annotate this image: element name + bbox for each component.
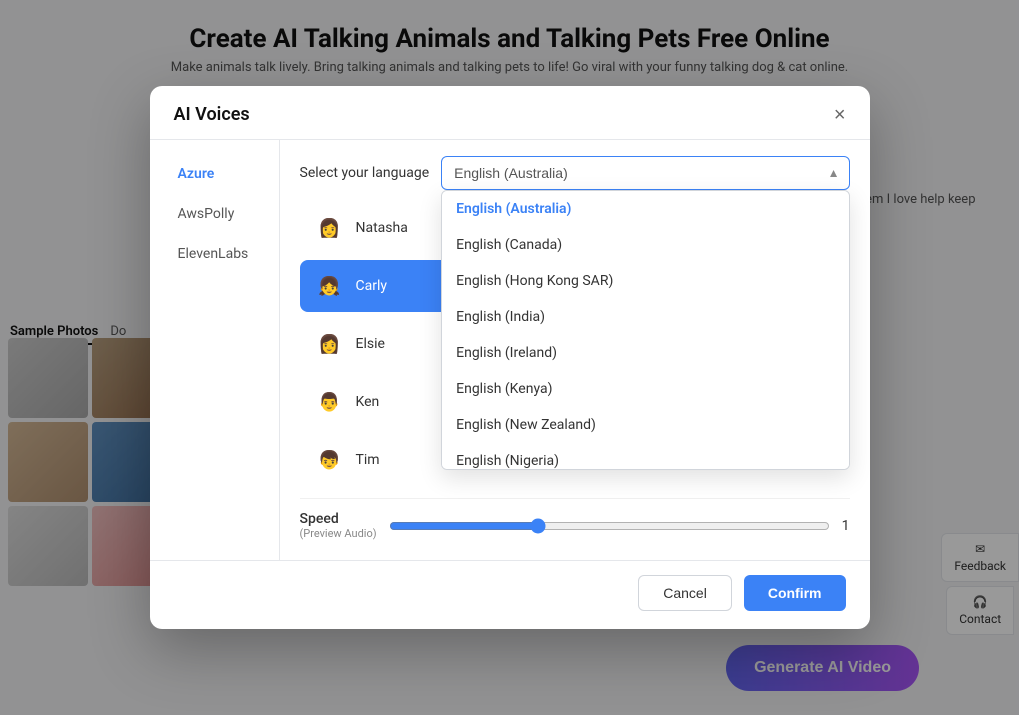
avatar-elsie: 👩 <box>314 328 346 360</box>
ai-voices-modal: AI Voices × Azure AwsPolly ElevenLabs Se… <box>150 86 870 629</box>
modal-footer: Cancel Confirm <box>150 560 870 629</box>
voice-name-carly: Carly <box>356 278 388 294</box>
voice-name-elsie: Elsie <box>356 336 385 352</box>
voice-name-tim: Tim <box>356 452 380 468</box>
avatar-ken: 👨 <box>314 386 346 418</box>
tab-elevenlabs[interactable]: ElevenLabs <box>158 236 271 272</box>
close-button[interactable]: × <box>834 105 846 125</box>
tab-awspolly[interactable]: AwsPolly <box>158 196 271 232</box>
modal-body: Azure AwsPolly ElevenLabs Select your la… <box>150 140 870 560</box>
language-select-input[interactable] <box>441 156 849 190</box>
language-option-en-ca[interactable]: English (Canada) <box>442 227 848 263</box>
language-option-en-ie[interactable]: English (Ireland) <box>442 335 848 371</box>
language-option-en-ng[interactable]: English (Nigeria) <box>442 443 848 470</box>
voice-provider-tabs: Azure AwsPolly ElevenLabs <box>150 140 280 560</box>
modal-overlay: AI Voices × Azure AwsPolly ElevenLabs Se… <box>0 0 1019 715</box>
cancel-button[interactable]: Cancel <box>638 575 732 611</box>
modal-title: AI Voices <box>174 104 250 125</box>
voice-content-area: Select your language ▲ English (Australi… <box>280 140 870 560</box>
confirm-button[interactable]: Confirm <box>744 575 846 611</box>
voice-name-natasha: Natasha <box>356 220 408 236</box>
language-option-en-nz[interactable]: English (New Zealand) <box>442 407 848 443</box>
language-option-en-hk[interactable]: English (Hong Kong SAR) <box>442 263 848 299</box>
avatar-tim: 👦 <box>314 444 346 476</box>
modal-header: AI Voices × <box>150 86 870 140</box>
avatar-carly: 👧 <box>314 270 346 302</box>
speed-value: 1 <box>842 518 850 534</box>
language-option-en-au[interactable]: English (Australia) <box>442 191 848 227</box>
speed-slider[interactable] <box>389 518 830 534</box>
speed-preview-label: (Preview Audio) <box>300 527 377 540</box>
voice-name-ken: Ken <box>356 394 380 410</box>
speed-control-row: Speed (Preview Audio) 1 <box>300 498 850 544</box>
avatar-natasha: 👩 <box>314 212 346 244</box>
language-option-en-ke[interactable]: English (Kenya) <box>442 371 848 407</box>
language-label: Select your language <box>300 165 430 181</box>
language-selector-row: Select your language ▲ English (Australi… <box>300 156 850 190</box>
language-select-wrapper: ▲ English (Australia) English (Canada) E… <box>441 156 849 190</box>
language-dropdown: English (Australia) English (Canada) Eng… <box>441 190 849 470</box>
language-option-en-in[interactable]: English (India) <box>442 299 848 335</box>
speed-label-col: Speed (Preview Audio) <box>300 511 377 540</box>
tab-azure[interactable]: Azure <box>158 156 271 192</box>
speed-label: Speed <box>300 511 377 527</box>
